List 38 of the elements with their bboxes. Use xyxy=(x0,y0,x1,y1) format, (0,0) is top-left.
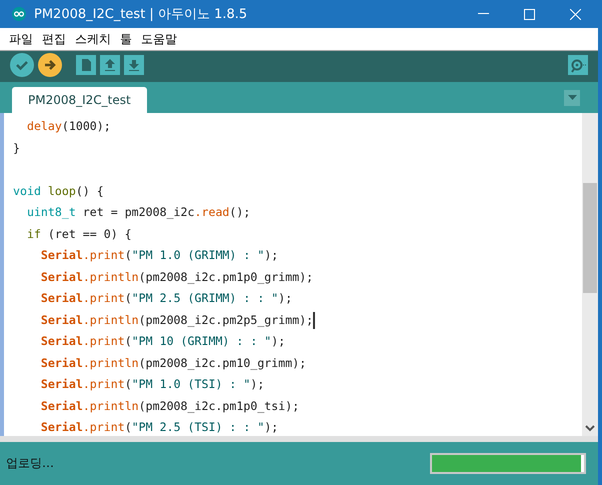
code-line: Serial.print("PM 2.5 (TSI) : : "); xyxy=(40,419,278,436)
code-line: if (ret == 0) { xyxy=(26,226,132,242)
code-line: Serial.println(pm2008_i2c.pm1p0_grimm); xyxy=(40,268,314,286)
code-line: Serial.print("PM 1.0 (TSI) : "); xyxy=(40,376,264,393)
caret-icon xyxy=(568,95,576,100)
scroll-thumb[interactable] xyxy=(583,183,597,293)
code-line: Serial.print("PM 10 (GRIMM) : : "); xyxy=(40,333,286,350)
menu-item[interactable]: 파일 xyxy=(9,30,33,48)
status-message: 업로딩… xyxy=(6,455,55,472)
sketch-tab[interactable]: PM2008_I2C_test xyxy=(12,87,147,113)
code-line: Serial.println(pm2008_i2c.pm2p5_grimm); xyxy=(40,312,314,329)
save-button[interactable] xyxy=(124,55,144,78)
scroll-down-icon[interactable] xyxy=(585,424,595,432)
new-file-button[interactable] xyxy=(76,55,96,78)
menu-item[interactable]: 스케치 xyxy=(75,30,111,48)
minimize-icon xyxy=(478,13,488,15)
serial-monitor-button[interactable] xyxy=(568,55,588,78)
menu-item[interactable]: 툴 xyxy=(120,30,132,48)
open-button[interactable] xyxy=(100,55,120,78)
code-line: Serial.println(pm2008_i2c.pm10_grimm); xyxy=(40,354,306,372)
menu-item[interactable]: 도움말 xyxy=(141,30,177,48)
upload-button[interactable] xyxy=(38,53,62,80)
text-cursor xyxy=(313,312,316,329)
code-line: Serial.println(pm2008_i2c.pm1p0_tsi); xyxy=(40,398,300,415)
close-icon xyxy=(570,8,580,20)
menu-item[interactable]: 편집 xyxy=(42,30,66,48)
code-line: Serial.print("PM 2.5 (GRIMM) : : "); xyxy=(40,290,292,307)
code-line: } xyxy=(13,140,20,156)
tab-menu-button[interactable] xyxy=(564,90,580,106)
code-line: uint8_t ret = pm2008_i2c.read(); xyxy=(26,204,250,221)
verify-button[interactable] xyxy=(10,53,34,80)
maximize-icon xyxy=(524,8,534,20)
app-logo-icon xyxy=(12,7,26,21)
code-line: Serial.print("PM 1.0 (GRIMM) : "); xyxy=(40,247,278,264)
window-title: PM2008_I2C_test | 아두이노 1.8.5 xyxy=(34,6,248,23)
code-line: delay(1000); xyxy=(26,118,111,135)
scrollbar[interactable] xyxy=(582,113,598,436)
code-line: void loop() { xyxy=(13,182,104,200)
